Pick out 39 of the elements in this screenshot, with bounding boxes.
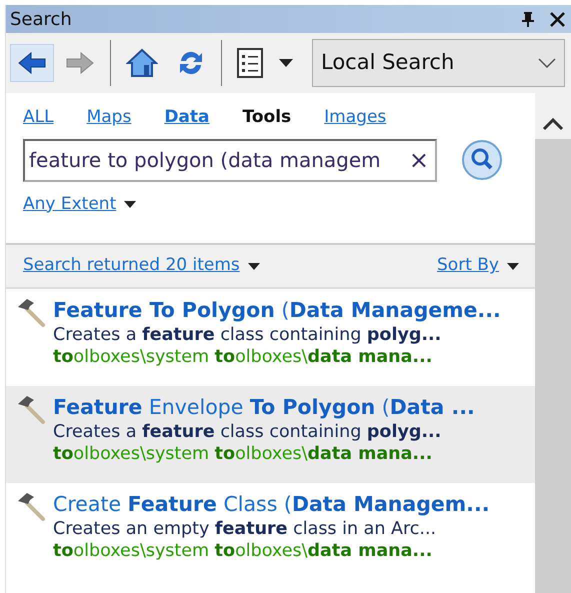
search-field[interactable]: feature to polygon (data managem × <box>23 138 437 182</box>
result-title[interactable]: Feature Envelope To Polygon (Data ... <box>53 394 475 421</box>
filter-tab[interactable]: Images <box>324 105 386 130</box>
result-description: Creates an empty feature class in an Arc... <box>53 518 438 540</box>
results-count-link[interactable]: Search returned 20 items <box>23 253 240 279</box>
scrollbar-thumb[interactable] <box>535 139 571 593</box>
filter-tab[interactable]: Tools <box>242 105 292 130</box>
scroll-up-icon[interactable] <box>542 117 564 131</box>
result-item[interactable]: Create Feature Class (Data Managem... Creates an empty feature class in an Arc... toolboxes\system toolboxes\data mana... <box>6 483 535 580</box>
result-item[interactable]: Feature To Polygon (Data Manageme... Creates a feature class containing polyg... toolboxes\system toolboxes\data mana... <box>6 289 535 386</box>
result-description: Creates a feature class containing polyg... <box>53 420 442 444</box>
result-item[interactable]: Feature Envelope To Polygon (Data ... Creates a feature class containing polyg... toolboxes\system toolboxes\data mana... <box>6 386 535 483</box>
search-icon[interactable] <box>461 139 503 181</box>
caret-icon[interactable] <box>507 262 519 270</box>
result-path: toolboxes\system toolboxes\data mana... <box>53 540 434 564</box>
back-button[interactable] <box>10 44 54 82</box>
filter-tab[interactable]: Maps <box>86 105 132 130</box>
clear-button[interactable]: × <box>408 142 429 178</box>
caret-icon[interactable] <box>279 59 293 67</box>
chevron-down-icon[interactable] <box>538 58 556 68</box>
forward-arrow-icon[interactable] <box>65 49 95 77</box>
pin-icon[interactable] <box>522 11 534 27</box>
list-icon[interactable] <box>237 48 263 78</box>
sort-link[interactable]: Sort By <box>437 253 499 279</box>
filter-tab[interactable]: ALL <box>23 105 54 130</box>
result-description: Creates a feature class containing polyg... <box>53 324 442 346</box>
close-icon[interactable] <box>550 12 565 26</box>
extent-link[interactable]: Any Extent <box>23 192 116 217</box>
caret-icon[interactable] <box>248 262 260 270</box>
result-path: toolboxes\system toolboxes\data mana... <box>53 346 434 370</box>
caret-icon[interactable] <box>124 200 136 208</box>
scope-dropdown[interactable]: Local Search <box>312 39 565 87</box>
result-title[interactable]: Feature To Polygon (Data Manageme... <box>53 297 501 324</box>
back-arrow-icon[interactable] <box>17 49 47 77</box>
filter-tab[interactable]: Data <box>164 105 210 130</box>
result-title[interactable]: Create Feature Class (Data Managem... <box>53 491 490 518</box>
panel-title: Search <box>10 8 72 32</box>
result-path: toolboxes\system toolboxes\data mana... <box>53 443 434 466</box>
home-icon[interactable] <box>126 48 158 78</box>
